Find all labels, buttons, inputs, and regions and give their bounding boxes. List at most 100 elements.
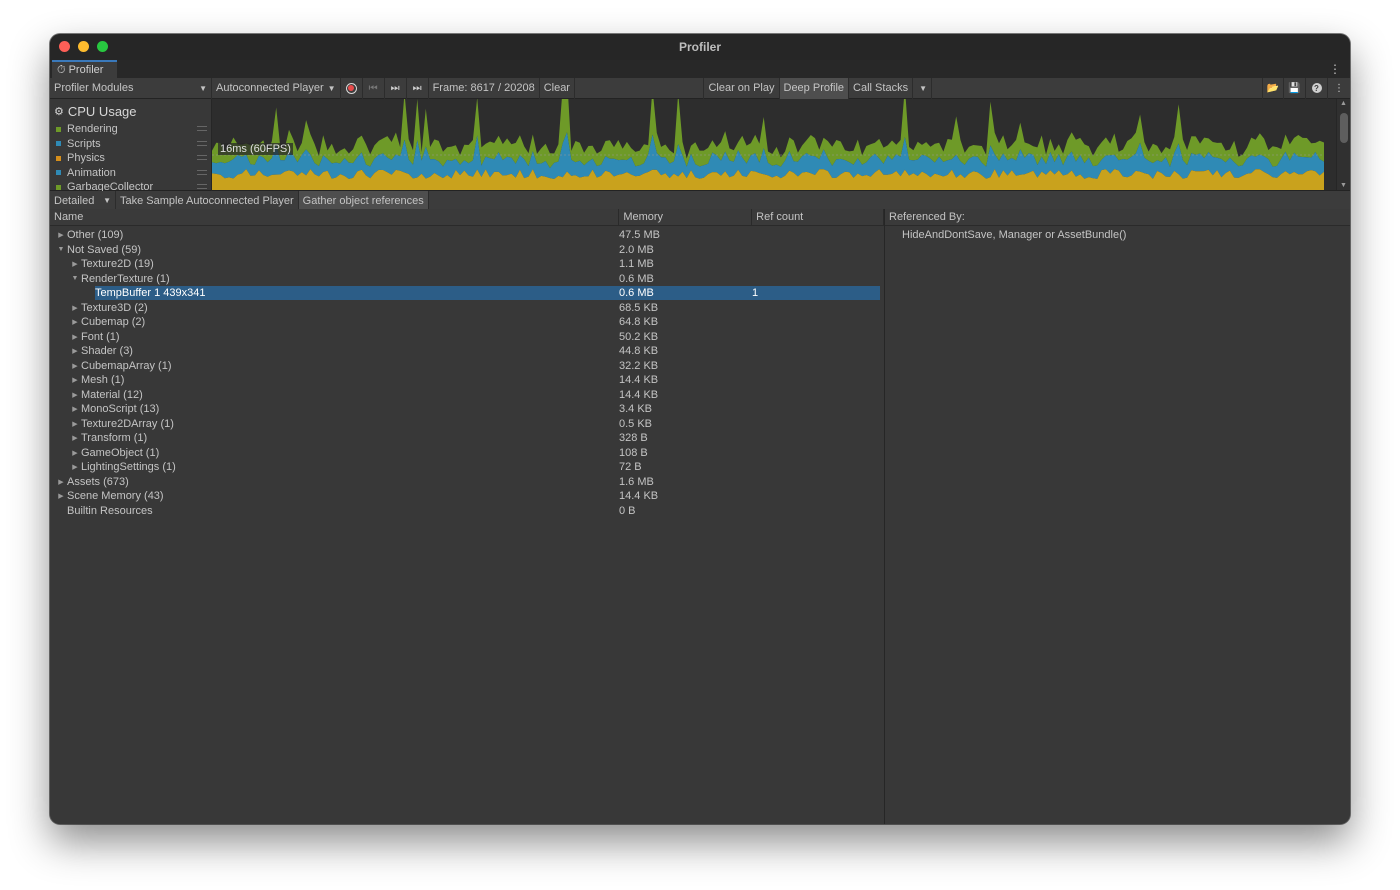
tree-row-memory: 1.6 MB	[619, 475, 654, 488]
scroll-up-icon[interactable]: ▲	[1340, 100, 1347, 107]
collapsed-arrow-icon[interactable]: ▶	[70, 362, 80, 370]
expanded-arrow-icon[interactable]: ▼	[70, 275, 80, 282]
drag-handle-icon[interactable]	[197, 126, 207, 131]
more-options-icon[interactable]: ⋮	[1329, 62, 1341, 76]
frame-counter: Frame: 8617 / 20208	[429, 77, 540, 99]
collapsed-arrow-icon[interactable]: ▶	[70, 304, 80, 312]
window-title: Profiler	[678, 40, 721, 54]
tree-row-name-cell: ▼ Not Saved (59)	[50, 244, 615, 256]
tree-row-memory: 44.8 KB	[619, 345, 659, 358]
column-header-name[interactable]: Name	[50, 209, 620, 225]
tree-row[interactable]: ▶ Transform (1) 328 B	[50, 431, 884, 446]
tree-row[interactable]: ▶ MonoScript (13) 3.4 KB	[50, 402, 884, 417]
column-header-memory[interactable]: Memory	[619, 209, 753, 225]
cpu-usage-graph[interactable]: 16ms (60FPS)	[212, 99, 1336, 190]
call-stacks-dropdown[interactable]: ▼	[913, 77, 932, 99]
collapsed-arrow-icon[interactable]: ▶	[70, 333, 80, 341]
target-player-dropdown[interactable]: Autoconnected Player ▼	[212, 77, 341, 99]
record-button[interactable]	[341, 77, 363, 99]
clear-button[interactable]: Clear	[540, 77, 575, 99]
module-scrollbar[interactable]: ▲ ▼	[1336, 99, 1350, 190]
tree-row-label: Texture2D (19)	[81, 258, 154, 271]
profiler-modules-dropdown[interactable]: Profiler Modules ▼	[50, 77, 212, 99]
tree-row[interactable]: ▶ LightingSettings (1) 72 B	[50, 460, 884, 475]
next-frame-button[interactable]: ⏭	[385, 77, 407, 99]
tree-row-label: LightingSettings (1)	[81, 461, 176, 474]
drag-handle-icon[interactable]	[197, 140, 207, 146]
tree-row[interactable]: ▶ Other (109) 47.5 MB	[50, 228, 884, 243]
collapsed-arrow-icon[interactable]: ▶	[70, 405, 80, 413]
gather-references-toggle[interactable]: Gather object references	[298, 190, 429, 211]
referenced-by-item[interactable]: HideAndDontSave, Manager or AssetBundle(…	[885, 226, 1350, 241]
load-button[interactable]: 📂	[1262, 77, 1284, 99]
cpu-category-item[interactable]: Animation	[54, 166, 211, 181]
view-mode-dropdown[interactable]: Detailed ▼	[50, 190, 116, 211]
step-forward-icon: ⏭	[390, 82, 400, 94]
call-stacks-toggle[interactable]: Call Stacks	[849, 77, 914, 99]
category-label: Rendering	[67, 123, 118, 136]
take-sample-button[interactable]: Take Sample Autoconnected Player	[116, 190, 299, 211]
tree-row[interactable]: ▶ Mesh (1) 14.4 KB	[50, 373, 884, 388]
clear-on-play-toggle[interactable]: Clear on Play	[703, 77, 780, 99]
cpu-category-item[interactable]: Rendering	[54, 122, 211, 137]
cpu-module-title[interactable]: ⚙ CPU Usage	[54, 102, 211, 120]
collapsed-arrow-icon[interactable]: ▶	[70, 347, 80, 355]
toolbar-menu-button[interactable]: ⋮	[1328, 78, 1350, 99]
collapsed-arrow-icon[interactable]: ▶	[70, 449, 80, 457]
tree-row[interactable]: Builtin Resources 0 B	[50, 504, 884, 519]
cpu-category-item[interactable]: Scripts	[54, 137, 211, 152]
scrollbar-thumb[interactable]	[1340, 113, 1348, 143]
collapsed-arrow-icon[interactable]: ▶	[70, 391, 80, 399]
previous-frame-button[interactable]: ⏮	[363, 77, 385, 99]
collapsed-arrow-icon[interactable]: ▶	[70, 463, 80, 471]
drag-handle-icon[interactable]	[197, 184, 207, 189]
tree-row[interactable]: ▼ RenderTexture (1) 0.6 MB	[50, 272, 884, 287]
tree-row[interactable]: ▶ Material (12) 14.4 KB	[50, 388, 884, 403]
collapsed-arrow-icon[interactable]: ▶	[70, 318, 80, 326]
tree-row[interactable]: ▶ Texture2D (19) 1.1 MB	[50, 257, 884, 272]
tree-row-memory: 32.2 KB	[619, 359, 659, 372]
tree-row[interactable]: ▶ CubemapArray (1) 32.2 KB	[50, 359, 884, 374]
tree-row-memory: 0.6 MB	[619, 272, 654, 285]
tree-row[interactable]: ▶ Texture2DArray (1) 0.5 KB	[50, 417, 884, 432]
category-label: Scripts	[67, 137, 101, 150]
tree-row[interactable]: TempBuffer 1 439x341 0.6 MB 1	[50, 286, 884, 301]
cpu-category-item[interactable]: GarbageCollector	[54, 180, 211, 191]
column-header-ref-count[interactable]: Ref count	[752, 209, 884, 225]
scroll-down-icon[interactable]: ▼	[1340, 182, 1347, 189]
collapsed-arrow-icon[interactable]: ▶	[56, 492, 66, 500]
tree-row[interactable]: ▶ Font (1) 50.2 KB	[50, 330, 884, 345]
tree-row[interactable]: ▶ Scene Memory (43) 14.4 KB	[50, 489, 884, 504]
minimize-window-button[interactable]	[78, 41, 89, 52]
tree-row[interactable]: ▶ Shader (3) 44.8 KB	[50, 344, 884, 359]
current-frame-button[interactable]: ⏭	[407, 77, 429, 99]
help-button[interactable]: ?	[1306, 77, 1328, 99]
tab-profiler[interactable]: ⏱ Profiler	[52, 60, 118, 78]
collapsed-arrow-icon[interactable]: ▶	[70, 434, 80, 442]
collapsed-arrow-icon[interactable]: ▶	[70, 260, 80, 268]
memory-tree: ▶ Other (109) 47.5 MB ▼ Not Saved (59) 2.0 MB…	[50, 226, 884, 518]
close-window-button[interactable]	[59, 41, 70, 52]
cpu-category-item[interactable]: Physics	[54, 151, 211, 166]
expanded-arrow-icon[interactable]: ▼	[56, 246, 66, 253]
tree-row[interactable]: ▼ Not Saved (59) 2.0 MB	[50, 243, 884, 258]
drag-handle-icon[interactable]	[197, 155, 207, 160]
collapsed-arrow-icon[interactable]: ▶	[70, 420, 80, 428]
tree-row[interactable]: ▶ GameObject (1) 108 B	[50, 446, 884, 461]
cpu-icon: ⚙	[54, 105, 64, 118]
collapsed-arrow-icon[interactable]: ▶	[70, 376, 80, 384]
collapsed-arrow-icon[interactable]: ▶	[56, 478, 66, 486]
tree-row[interactable]: ▶ Assets (673) 1.6 MB	[50, 475, 884, 490]
collapsed-arrow-icon[interactable]: ▶	[56, 231, 66, 239]
drag-handle-icon[interactable]	[197, 169, 207, 175]
deep-profile-toggle[interactable]: Deep Profile	[779, 77, 850, 99]
tree-row[interactable]: ▶ Texture3D (2) 68.5 KB	[50, 301, 884, 316]
save-button[interactable]: 💾	[1284, 77, 1306, 99]
maximize-window-button[interactable]	[97, 41, 108, 52]
category-label: GarbageCollector	[67, 181, 154, 191]
tree-row-label: Cubemap (2)	[81, 316, 146, 329]
tree-row-name-cell: ▶ Mesh (1)	[50, 374, 615, 386]
referenced-by-title: Referenced By:	[889, 211, 965, 223]
tree-row[interactable]: ▶ Cubemap (2) 64.8 KB	[50, 315, 884, 330]
tree-row-label: GameObject (1)	[81, 446, 160, 459]
